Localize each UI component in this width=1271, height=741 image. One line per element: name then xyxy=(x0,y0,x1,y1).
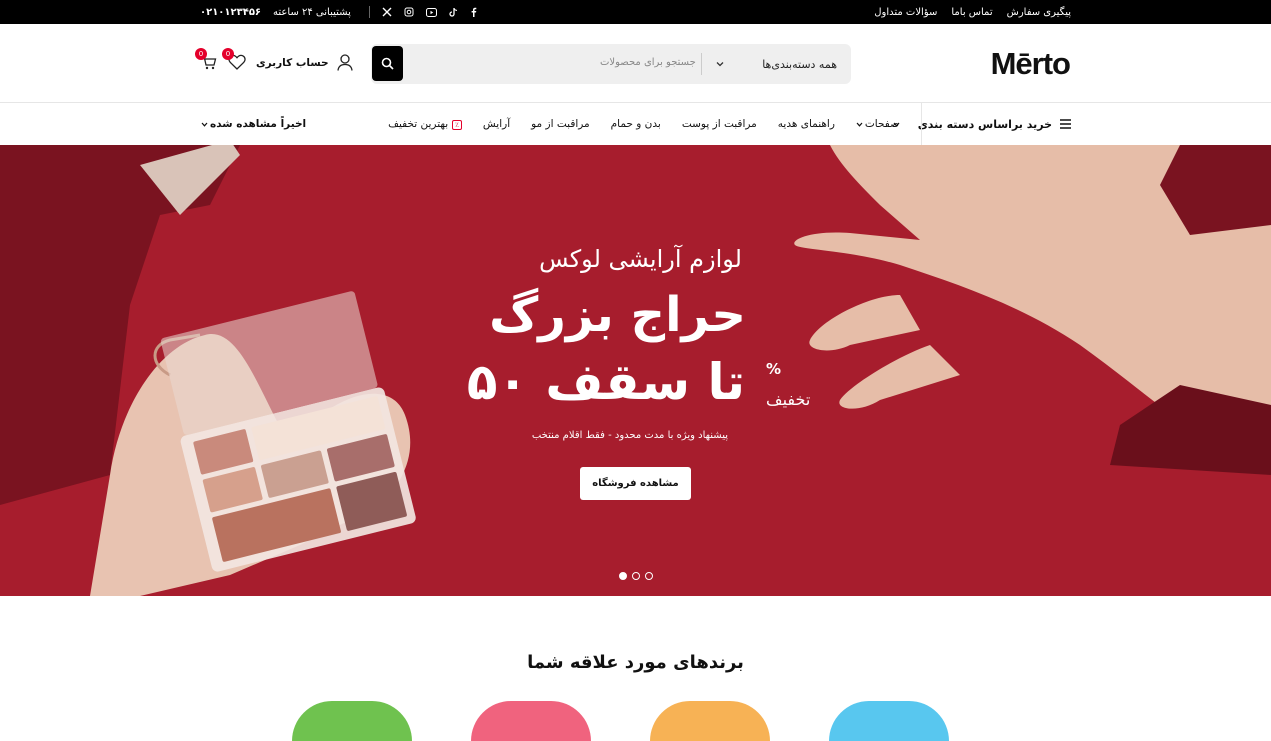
hero-title: حراج بزرگ xyxy=(489,287,746,343)
nav-item-bath-body[interactable]: بدن و حمام xyxy=(611,118,661,130)
hero-banner: لوازم آرایشی لوکس حراج بزرگ تا سقف ۵۰ % … xyxy=(0,145,1271,596)
main-nav: خرید براساس دسته بندی صفحات راهنمای هدیه… xyxy=(0,103,1271,145)
hero-percent: % xyxy=(766,360,782,378)
cart-button[interactable]: 0 xyxy=(195,48,223,76)
x-icon[interactable] xyxy=(382,7,392,17)
brand-card[interactable] xyxy=(650,701,770,741)
hero-discount-word: تخفیف xyxy=(766,390,811,409)
logo[interactable]: Mērto xyxy=(991,46,1071,82)
discount-tag-icon: ٪ xyxy=(452,120,462,130)
nav-item-makeup[interactable]: آرایش xyxy=(483,118,510,130)
hero-note: پیشنهاد ویژه با مدت محدود - فقط اقلام من… xyxy=(531,430,728,441)
hero-title-line2: تا سقف ۵۰ xyxy=(466,353,745,411)
category-select-value: همه دسته‌بندی‌ها xyxy=(762,57,837,71)
slider-dot[interactable] xyxy=(645,572,653,580)
search-icon xyxy=(381,57,394,70)
search-divider xyxy=(701,53,702,75)
slider-dot[interactable] xyxy=(619,572,627,580)
nav-item-gift-guide[interactable]: راهنمای هدیه xyxy=(778,118,835,130)
wishlist-count-badge: 0 xyxy=(222,48,234,60)
instagram-icon[interactable] xyxy=(404,7,414,17)
search-bar: همه دسته‌بندی‌ها جستجو برای محصولات xyxy=(371,44,851,84)
search-input[interactable]: جستجو برای محصولات xyxy=(600,57,696,68)
hamburger-icon xyxy=(1060,119,1071,129)
account-link[interactable]: حساب کاربری xyxy=(256,54,353,71)
nav-item-haircare[interactable]: مراقبت از مو xyxy=(531,118,590,130)
nav-item-pages-label: صفحات xyxy=(864,118,899,130)
facebook-icon[interactable] xyxy=(470,7,477,17)
top-links: پیگیری سفارش تماس باما سؤالات متداول xyxy=(874,0,1071,24)
brand-card[interactable] xyxy=(829,701,949,741)
support-label: پشتیبانی ۲۴ ساعته xyxy=(273,6,351,18)
nav-item-pages[interactable]: صفحات xyxy=(856,118,899,130)
shop-now-button[interactable]: مشاهده فروشگاه xyxy=(580,467,691,500)
search-button[interactable] xyxy=(372,46,403,81)
top-bar: پیگیری سفارش تماس باما سؤالات متداول ۰۲۱… xyxy=(0,0,1271,24)
track-order-link[interactable]: پیگیری سفارش xyxy=(1007,7,1071,18)
top-left: ۰۲۱۰۱۲۳۴۵۶ پشتیبانی ۲۴ ساعته xyxy=(200,0,477,24)
chevron-down-icon xyxy=(716,62,724,67)
site-header: Mērto همه دسته‌بندی‌ها جستجو برای محصولا… xyxy=(0,24,1271,103)
account-label: حساب کاربری xyxy=(256,56,329,69)
brand-card[interactable] xyxy=(292,701,412,741)
category-select[interactable]: همه دسته‌بندی‌ها xyxy=(716,44,837,84)
user-icon xyxy=(336,54,353,71)
social-links xyxy=(382,7,477,17)
youtube-icon[interactable] xyxy=(425,7,437,17)
brands-section-title: برندهای مورد علاقه شما xyxy=(527,652,744,673)
nav-menu: صفحات راهنمای هدیه مراقبت از پوست بدن و … xyxy=(388,103,899,145)
category-menu-label: خرید براساس دسته بندی xyxy=(917,117,1052,131)
slider-dots xyxy=(619,572,653,580)
divider xyxy=(368,6,370,18)
recently-viewed-label: اخیراً مشاهده شده xyxy=(210,118,307,130)
slider-dot[interactable] xyxy=(632,572,640,580)
category-menu-button[interactable]: خرید براساس دسته بندی xyxy=(893,103,1071,145)
cart-count-badge: 0 xyxy=(195,48,207,60)
faq-link[interactable]: سؤالات متداول xyxy=(874,7,937,18)
recently-viewed-link[interactable]: اخیراً مشاهده شده xyxy=(201,103,306,145)
tiktok-icon[interactable] xyxy=(449,7,458,17)
nav-item-best-deals[interactable]: ٪بهترین تخفیف xyxy=(388,118,462,130)
nav-divider xyxy=(921,103,922,145)
hero-subtitle: لوازم آرایشی لوکس xyxy=(539,245,742,273)
nav-item-skincare[interactable]: مراقبت از پوست xyxy=(682,118,757,130)
chevron-down-icon xyxy=(856,122,863,127)
nav-item-best-deals-label: بهترین تخفیف xyxy=(388,118,449,130)
wishlist-button[interactable]: 0 xyxy=(222,48,250,76)
contact-link[interactable]: تماس باما xyxy=(951,7,992,18)
chevron-down-icon xyxy=(201,122,208,127)
support-phone[interactable]: ۰۲۱۰۱۲۳۴۵۶ xyxy=(200,7,261,18)
brand-card[interactable] xyxy=(471,701,591,741)
